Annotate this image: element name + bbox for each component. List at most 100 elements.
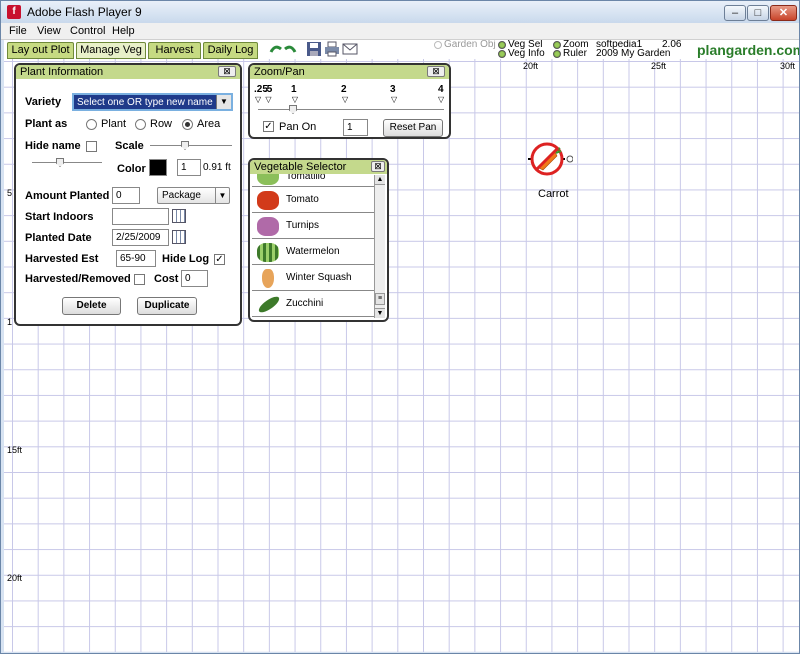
zoom-slider-thumb[interactable] [289,105,297,114]
tab-harvest[interactable]: Harvest [148,42,201,59]
amount-unit-select[interactable]: Package ▼ [157,187,230,204]
zoom-tick-1: .5 [264,84,273,95]
planted-date-calendar-icon[interactable] [172,230,186,244]
watermelon-icon [257,243,279,262]
scroll-thumb[interactable]: ≡ [375,293,385,305]
plant-information-panel: Plant Information ⊠ Variety Select one O… [14,63,242,326]
menu-view[interactable]: View [37,25,61,37]
veg-sel-radio[interactable] [498,41,506,49]
zoom-pan-title: Zoom/Pan [250,65,449,79]
zoom-tick-5: 4 [438,84,444,95]
ruler-radio[interactable] [553,50,561,58]
reset-pan-button[interactable]: Reset Pan [383,119,443,137]
veg-item-watermelon[interactable]: Watermelon [252,240,374,265]
garden-obj-radio[interactable] [434,41,442,49]
variety-label: Variety [25,96,62,108]
garden-obj-label: Garden Obj [444,40,496,50]
menu-file[interactable]: File [9,25,27,37]
menu-help[interactable]: Help [112,25,135,37]
plant-as-label: Plant as [25,118,68,130]
tab-daily-log[interactable]: Daily Log [203,42,258,59]
zoom-tick-markers: ▽ ▽ ▽ [255,95,300,104]
cost-label: Cost [154,273,179,285]
plant-as-row-label: Row [150,118,173,130]
zoom-tick-marker-2: ▽ [342,95,349,104]
zoom-tick-2: 1 [291,84,297,95]
hide-name-slider-thumb[interactable] [56,158,64,167]
harvested-removed-checkbox[interactable] [134,274,145,285]
harvested-removed-label: Harvested/Removed [25,273,131,285]
print-icon[interactable] [324,41,340,57]
tomato-icon [257,191,279,210]
hide-name-checkbox[interactable] [86,141,97,152]
scale-unit-label: 0.91 ft [203,162,231,173]
delete-button[interactable]: Delete [62,297,121,315]
veg-selector-close-icon[interactable]: ⊠ [371,161,385,172]
tab-manage-veg[interactable]: Manage Veg [76,42,146,59]
chevron-down-icon: ▼ [215,188,229,203]
veg-item-turnips[interactable]: Turnips [252,214,374,239]
plant-as-row-radio[interactable] [135,119,146,130]
plant-information-title: Plant Information [16,65,240,79]
veg-selector-scrollbar[interactable]: ▲ ≡ ▼ [374,175,385,318]
tab-lay-out-plot[interactable]: Lay out Plot [7,42,74,59]
amount-planted-label: Amount Planted [25,190,110,202]
variety-dropdown-icon[interactable]: ▼ [216,95,231,109]
minimize-button[interactable]: – [724,5,746,21]
version-number: 2.06 [662,40,682,50]
carrot-icon [528,142,574,176]
duplicate-button[interactable]: Duplicate [137,297,197,315]
zoom-tick-4: 3 [390,84,396,95]
grid-label-top-0: 20ft [523,61,539,71]
grid-label-left-1: 1 [7,317,13,327]
title-bar: f Adobe Flash Player 9 – □ ✕ [1,1,799,23]
veg-name-watermelon: Watermelon [286,246,340,257]
veg-name-zucchini: Zucchini [286,298,324,309]
cost-input[interactable]: 0 [181,270,208,287]
zoom-pan-panel: Zoom/Pan ⊠ .25 .5 1 2 3 4 ▽ ▽ ▽ ▽ ▽ ▽ ✓ … [248,63,451,139]
grid-label-top-2: 30ft [780,61,796,71]
pan-value-input[interactable]: 1 [343,119,368,136]
plant-as-plant-label: Plant [101,118,127,130]
scroll-down-icon[interactable]: ▼ [375,308,385,318]
tomatillo-icon [257,174,279,185]
color-swatch[interactable] [149,159,167,176]
planted-date-input[interactable]: 2/25/2009 [112,229,169,246]
amount-planted-input[interactable]: 0 [112,187,140,204]
harvested-est-input[interactable]: 65-90 [116,250,156,267]
veg-item-tomatillo[interactable]: Tomatillo [252,174,374,187]
vegetable-selector-title: Vegetable Selector [250,160,387,174]
plant-marker-carrot[interactable] [527,141,574,181]
scale-value-input[interactable]: 1 [177,159,201,176]
plant-info-close-icon[interactable]: ⊠ [218,66,236,77]
veg-item-zucchini[interactable]: Zucchini [252,292,374,317]
close-button[interactable]: ✕ [770,5,797,21]
undo-redo-icon[interactable] [268,41,298,57]
scroll-up-icon[interactable]: ▲ [375,175,385,185]
maximize-button[interactable]: □ [747,5,769,21]
plant-as-plant-radio[interactable] [86,119,97,130]
amount-unit-value: Package [162,190,201,201]
color-label: Color [117,163,146,175]
veg-item-tomato[interactable]: Tomato [252,188,374,213]
zoom-slider-track [258,109,444,110]
scale-slider-thumb[interactable] [181,141,189,150]
variety-input[interactable]: Select one OR type new name [72,93,233,111]
window-title: Adobe Flash Player 9 [27,5,142,19]
veg-item-winter-squash[interactable]: Winter Squash [252,266,374,291]
hide-log-checkbox[interactable]: ✓ [214,254,225,265]
veg-name-turnips: Turnips [286,220,319,231]
menu-control[interactable]: Control [70,25,105,37]
pan-on-checkbox[interactable]: ✓ [263,121,274,132]
plant-as-area-radio[interactable] [182,119,193,130]
zoom-pan-close-icon[interactable]: ⊠ [427,66,445,77]
zoom-radio[interactable] [553,41,561,49]
brand-logo: plangarden.com [697,42,799,58]
veg-info-radio[interactable] [498,50,506,58]
grid-label-left-0: 5 [7,188,13,198]
start-indoors-calendar-icon[interactable] [172,209,186,223]
save-icon[interactable] [306,41,322,57]
email-icon[interactable] [342,41,358,57]
zoom-tick-3: 2 [341,84,347,95]
start-indoors-input[interactable] [112,208,169,225]
